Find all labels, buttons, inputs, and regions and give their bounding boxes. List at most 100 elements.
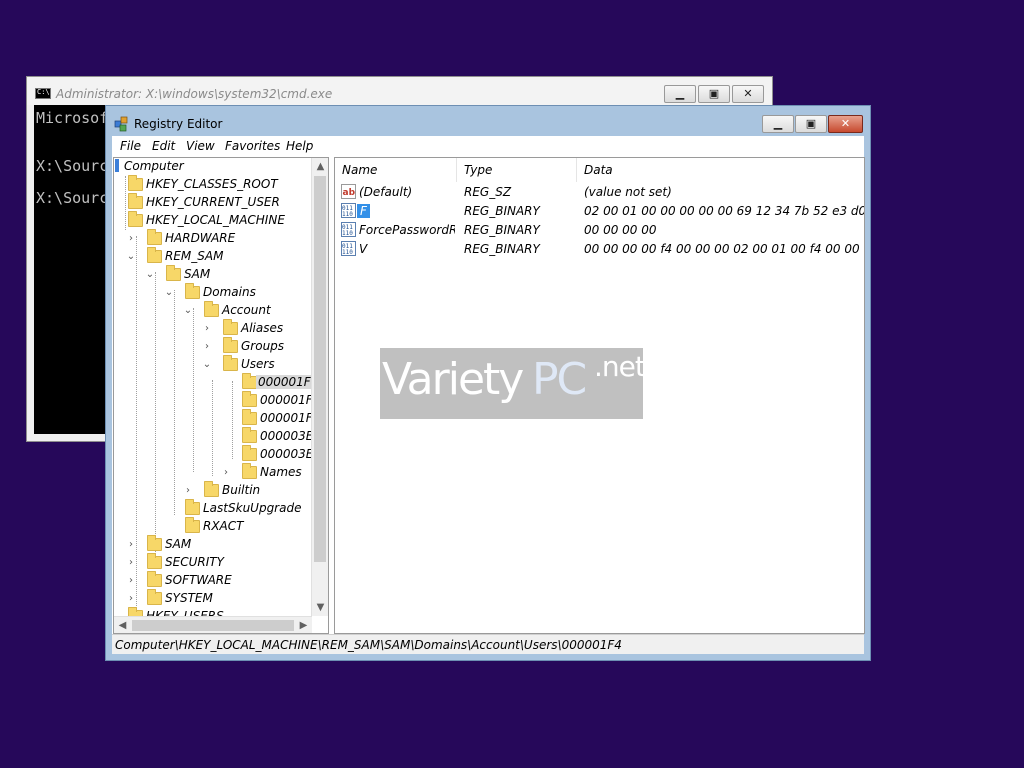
tree-node-label: Groups [241,339,285,353]
binary-value-icon: 011 110 [341,203,356,218]
value-row[interactable]: 011 110 ForcePasswordR... REG_BINARY 00 … [335,221,864,240]
tree-node-label: REM_SAM [165,249,224,263]
chevron-right-icon[interactable]: › [202,322,212,336]
folder-icon [147,571,162,587]
folder-icon [242,409,257,425]
cmd-close-button[interactable]: ✕ [732,85,764,103]
tree-node-label: Domains [203,285,256,299]
svg-text:110: 110 [342,249,353,256]
scroll-thumb[interactable] [314,176,326,562]
chevron-down-icon[interactable]: ⌄ [183,304,193,318]
column-header-name[interactable]: Name [335,158,457,182]
tree-node-label: RXACT [203,519,244,533]
tree-node-label: SAM [165,537,192,551]
close-icon: ✕ [743,87,753,100]
folder-icon [185,517,200,533]
close-icon: ✕ [840,117,851,130]
menu-favorites[interactable]: Favorites [225,139,280,153]
chevron-right-icon[interactable]: › [126,592,136,606]
value-row[interactable]: 011 110 V REG_BINARY 00 00 00 00 f4 00 0… [335,240,864,259]
maximize-icon: ▣ [708,87,720,100]
chevron-right-icon[interactable]: › [183,484,193,498]
tree-node-label: Names [260,465,302,479]
value-data: 00 00 00 00 f4 00 00 00 02 00 01 00 f4 0… [584,242,864,256]
tree-node-label: HKEY_CLASSES_ROOT [146,177,278,191]
tree-node-label: SOFTWARE [165,573,232,587]
scroll-up-icon[interactable]: ▲ [312,158,328,175]
folder-icon [147,535,162,551]
scroll-down-icon[interactable]: ▼ [312,599,328,616]
cmd-title: Administrator: X:\windows\system32\cmd.e… [56,87,333,101]
cmd-minimize-button[interactable]: ▁ [664,85,696,103]
folder-icon [242,445,257,461]
value-type: REG_SZ [464,185,512,199]
menu-file[interactable]: File [120,139,141,153]
folder-icon [242,373,257,389]
svg-text:ab: ab [343,188,356,198]
chevron-right-icon[interactable]: › [126,556,136,570]
folder-icon [223,337,238,353]
maximize-icon: ▣ [805,117,817,130]
chevron-right-icon[interactable]: › [202,340,212,354]
cmd-maximize-button[interactable]: ▣ [698,85,730,103]
chevron-right-icon[interactable]: › [126,574,136,588]
folder-icon [166,265,181,281]
tree-node-label: Users [241,357,275,371]
value-type: REG_BINARY [464,204,540,218]
regedit-titlebar[interactable]: Registry Editor ▁ ▣ ✕ [106,106,870,136]
tree-node-label: HARDWARE [165,231,236,245]
watermark-text: .net [594,350,643,383]
chevron-down-icon[interactable]: ⌄ [145,268,155,282]
column-header-data[interactable]: Data [577,158,864,182]
chevron-down-icon[interactable]: ⌄ [164,286,174,300]
cmd-titlebar[interactable]: C:\ Administrator: X:\windows\system32\c… [27,77,772,105]
tree-horizontal-scrollbar[interactable]: ◀ ▶ [114,616,312,633]
folder-icon [242,391,257,407]
menu-help[interactable]: Help [286,139,313,153]
scroll-right-icon[interactable]: ▶ [295,617,312,633]
value-name: ForcePasswordR... [359,223,455,237]
tree-node-label: LastSkuUpgrade [203,501,302,515]
svg-text:110: 110 [342,230,353,237]
value-name: F [357,204,370,218]
folder-icon [204,301,219,317]
scroll-thumb[interactable] [132,620,294,631]
tree-node-label: SECURITY [165,555,224,569]
chevron-right-icon[interactable]: › [126,232,136,246]
scroll-left-icon[interactable]: ◀ [114,617,131,633]
menu-edit[interactable]: Edit [152,139,175,153]
tree-vertical-scrollbar[interactable]: ▲ ▼ [311,158,328,616]
chevron-right-icon[interactable]: › [221,466,231,480]
value-data: 02 00 01 00 00 00 00 00 69 12 34 7b 52 e… [584,204,864,218]
regedit-minimize-button[interactable]: ▁ [762,115,794,133]
tree-node-label: SAM [184,267,211,281]
folder-icon [128,211,143,227]
folder-icon [242,427,257,443]
regedit-maximize-button[interactable]: ▣ [795,115,827,133]
value-data: (value not set) [584,185,672,199]
regedit-title: Registry Editor [134,117,223,131]
column-header-type[interactable]: Type [457,158,577,182]
minimize-icon: ▁ [773,117,783,130]
watermark-logo: Variety PC .net [380,348,643,419]
string-value-icon: ab [341,184,356,199]
registry-tree[interactable]: Computer HKEY_CLASSES_ROOT HKEY_CURRENT_… [113,157,329,634]
folder-icon [147,553,162,569]
value-row[interactable]: ab (Default) REG_SZ (value not set) [335,183,864,202]
status-bar: Computer\HKEY_LOCAL_MACHINE\REM_SAM\SAM\… [112,634,864,654]
menu-view[interactable]: View [186,139,215,153]
folder-icon [223,319,238,335]
tree-node-label: Builtin [222,483,261,497]
svg-text:110: 110 [342,211,353,218]
folder-icon [223,355,238,371]
value-type: REG_BINARY [464,242,540,256]
watermark-text: Variety [382,354,524,405]
value-name: V [359,242,368,256]
value-row[interactable]: 011 110 F REG_BINARY 02 00 01 00 00 00 0… [335,202,864,221]
chevron-right-icon[interactable]: › [126,538,136,552]
chevron-down-icon[interactable]: ⌄ [202,358,212,372]
cmd-icon: C:\ [35,88,51,99]
tree-node-label: SYSTEM [165,591,213,605]
regedit-close-button[interactable]: ✕ [828,115,863,133]
chevron-down-icon[interactable]: ⌄ [126,250,136,264]
